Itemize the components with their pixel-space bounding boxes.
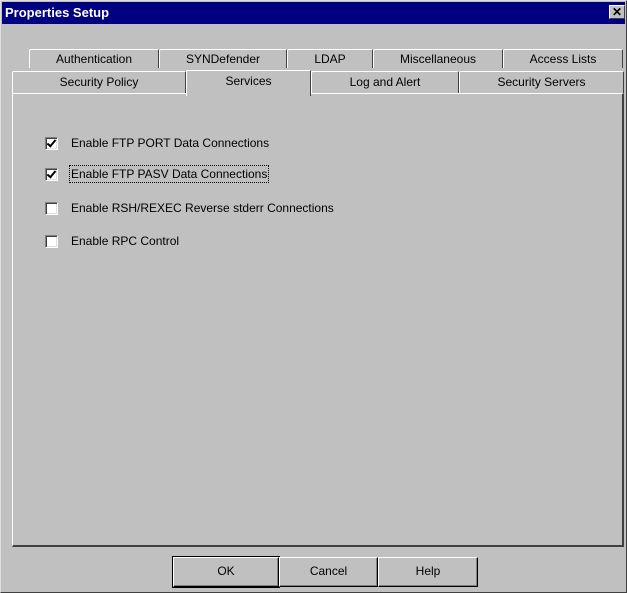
title-bar[interactable]: Properties Setup ✕ [2,2,625,24]
cancel-button[interactable]: Cancel [279,557,378,587]
tab-security-policy[interactable]: Security Policy [12,71,186,93]
properties-setup-dialog: Properties Setup ✕ Authentication SYNDef… [0,0,627,593]
help-button[interactable]: Help [378,557,478,587]
close-icon: ✕ [611,5,623,19]
ftp-pasv-checkbox[interactable] [45,167,58,181]
close-button[interactable]: ✕ [609,5,625,19]
tab-services[interactable]: Services [186,70,311,96]
rsh-rexec-checkbox[interactable] [45,201,58,215]
tab-ldap[interactable]: LDAP [287,49,373,68]
option-rpc-control[interactable]: Enable RPC Control [45,233,179,249]
rpc-control-label: Enable RPC Control [71,234,180,248]
option-rsh-rexec[interactable]: Enable RSH/REXEC Reverse stderr Connecti… [45,200,334,216]
ftp-pasv-label: Enable FTP PASV Data Connections [68,165,270,183]
rpc-control-checkbox[interactable] [45,234,58,248]
tab-miscellaneous[interactable]: Miscellaneous [373,49,503,68]
option-ftp-port[interactable]: Enable FTP PORT Data Connections [45,135,269,151]
tab-access-lists[interactable]: Access Lists [503,49,623,68]
ftp-port-checkbox[interactable] [45,136,58,150]
tab-log-and-alert[interactable]: Log and Alert [311,71,459,93]
dialog-title: Properties Setup [5,5,110,20]
option-ftp-pasv[interactable]: Enable FTP PASV Data Connections [45,165,270,183]
ftp-port-label: Enable FTP PORT Data Connections [71,136,270,150]
tab-security-servers[interactable]: Security Servers [459,71,624,93]
services-panel [12,93,624,547]
tab-syndefender[interactable]: SYNDefender [159,49,287,68]
rsh-rexec-label: Enable RSH/REXEC Reverse stderr Connecti… [71,201,334,215]
tab-authentication[interactable]: Authentication [29,49,159,68]
ok-button[interactable]: OK [172,556,280,588]
